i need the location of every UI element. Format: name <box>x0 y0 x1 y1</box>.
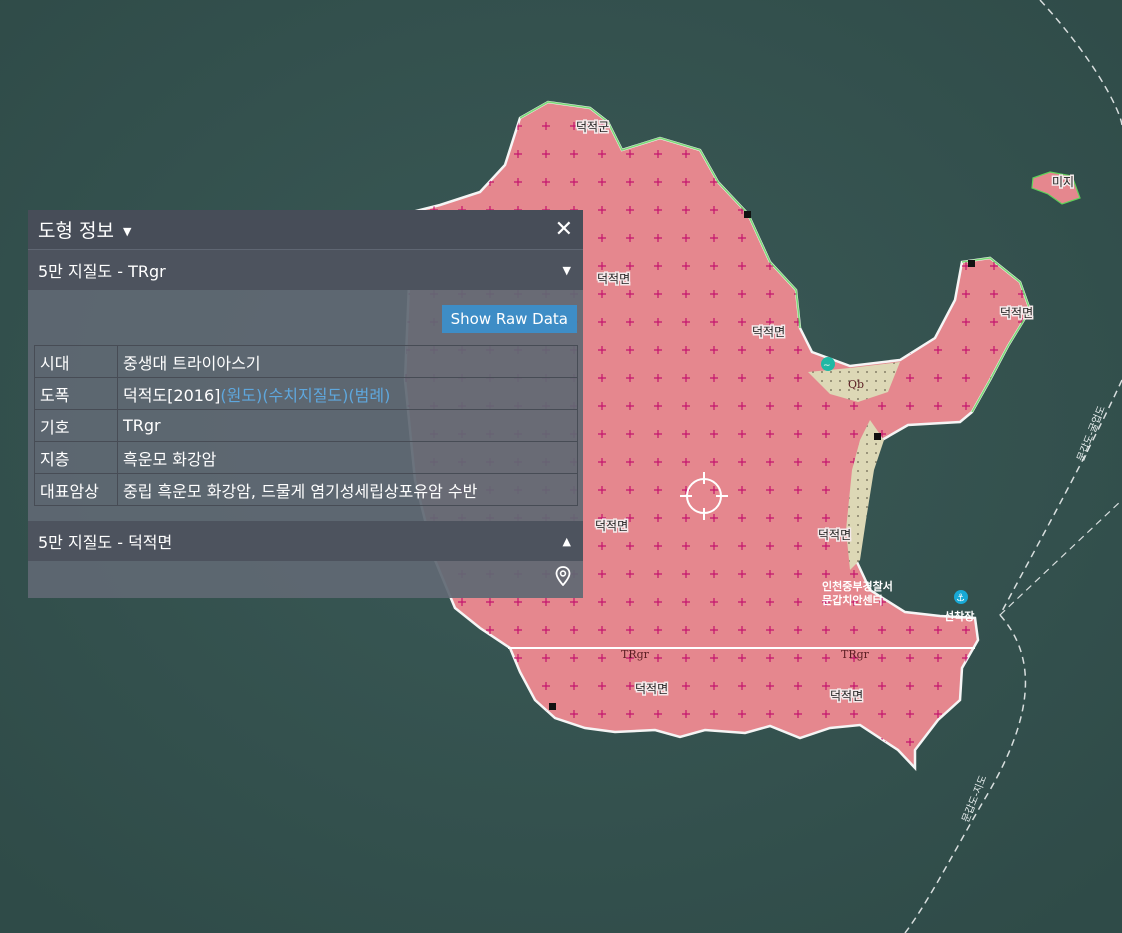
attr-key: 지층 <box>34 441 118 474</box>
table-row: 도폭 덕적도[2016](원도)(수치지질도)(범례) <box>34 377 578 410</box>
poi-label-pier: 선착장 <box>944 609 974 623</box>
section-label: 5만 지질도 - TRgr <box>38 262 166 281</box>
show-raw-data-button[interactable]: Show Raw Data <box>441 305 577 333</box>
attr-value: 흑운모 화강암 <box>117 441 578 474</box>
table-row: 대표암상 중립 흑운모 화강암, 드물게 염기성세립상포유암 수반 <box>34 473 578 506</box>
unit-label-trgr: TRgr <box>841 648 870 661</box>
place-label: 덕적면 <box>830 689 863 703</box>
section-header-trgr[interactable]: 5만 지질도 - TRgr ▼ <box>28 250 583 290</box>
section-header-deokjeok[interactable]: 5만 지질도 - 덕적면 ▲ <box>28 521 583 561</box>
place-label: 덕적면 <box>818 528 851 542</box>
unit-label-trgr: TRgr <box>621 648 650 661</box>
outcrop-marker-icon <box>549 703 556 710</box>
feature-info-panel: 도형 정보 ▼ ✕ 5만 지질도 - TRgr ▼ Show Raw Data … <box>28 210 583 598</box>
place-label: 덕적면 <box>597 272 630 286</box>
place-label: 덕적면 <box>1000 306 1033 320</box>
close-icon[interactable]: ✕ <box>555 218 573 241</box>
outcrop-marker-icon <box>874 433 881 440</box>
panel-title[interactable]: 도형 정보 <box>38 216 114 243</box>
original-map-link[interactable]: (원도) <box>220 386 262 405</box>
chevron-up-icon[interactable]: ▲ <box>563 535 571 548</box>
attr-value: 덕적도[2016] <box>123 385 221 405</box>
table-row: 기호 TRgr <box>34 409 578 442</box>
digital-map-link[interactable]: (수치지질도) <box>262 386 348 405</box>
unit-label-qb: Qb <box>848 378 864 391</box>
outcrop-marker-icon <box>744 211 751 218</box>
place-label: 덕적면 <box>595 519 628 533</box>
attribute-table: 시대 중생대 트라이아스기 도폭 덕적도[2016](원도)(수치지질도)(범례… <box>34 345 578 506</box>
island-label: 미지 <box>1052 175 1074 189</box>
attr-value: 중생대 트라이아스기 <box>117 345 578 378</box>
anchor-glyph: ⚓ <box>956 593 965 604</box>
attr-key: 기호 <box>34 409 118 442</box>
place-label: 덕적면 <box>635 682 668 696</box>
panel-header: 도형 정보 ▼ ✕ <box>28 210 583 250</box>
chevron-down-icon[interactable]: ▼ <box>563 264 571 277</box>
section-label: 5만 지질도 - 덕적면 <box>38 533 173 552</box>
attr-value: 중립 흑운모 화강암, 드물게 염기성세립상포유암 수반 <box>117 473 578 506</box>
section-content: Show Raw Data 시대 중생대 트라이아스기 도폭 덕적도[2016]… <box>28 290 583 512</box>
attr-value-cell: 덕적도[2016](원도)(수치지질도)(범례) <box>117 377 578 410</box>
location-pin-icon[interactable] <box>555 566 571 586</box>
place-label: 덕적군 <box>576 120 609 134</box>
poi-label-center: 문갑치안센터 <box>822 593 883 607</box>
legend-link[interactable]: (범례) <box>348 386 390 405</box>
beach-poi-glyph: ~ <box>823 361 831 371</box>
attr-key: 시대 <box>34 345 118 378</box>
attr-value: TRgr <box>117 409 578 442</box>
table-row: 시대 중생대 트라이아스기 <box>34 345 578 378</box>
title-dropdown-caret-icon[interactable]: ▼ <box>123 225 131 238</box>
attr-key: 도폭 <box>34 377 118 410</box>
poi-label-police: 인천중부경찰서 <box>822 579 893 593</box>
table-row: 지층 흑운모 화강암 <box>34 441 578 474</box>
place-label: 덕적면 <box>752 325 785 339</box>
attr-key: 대표암상 <box>34 473 118 506</box>
outcrop-marker-icon <box>968 260 975 267</box>
